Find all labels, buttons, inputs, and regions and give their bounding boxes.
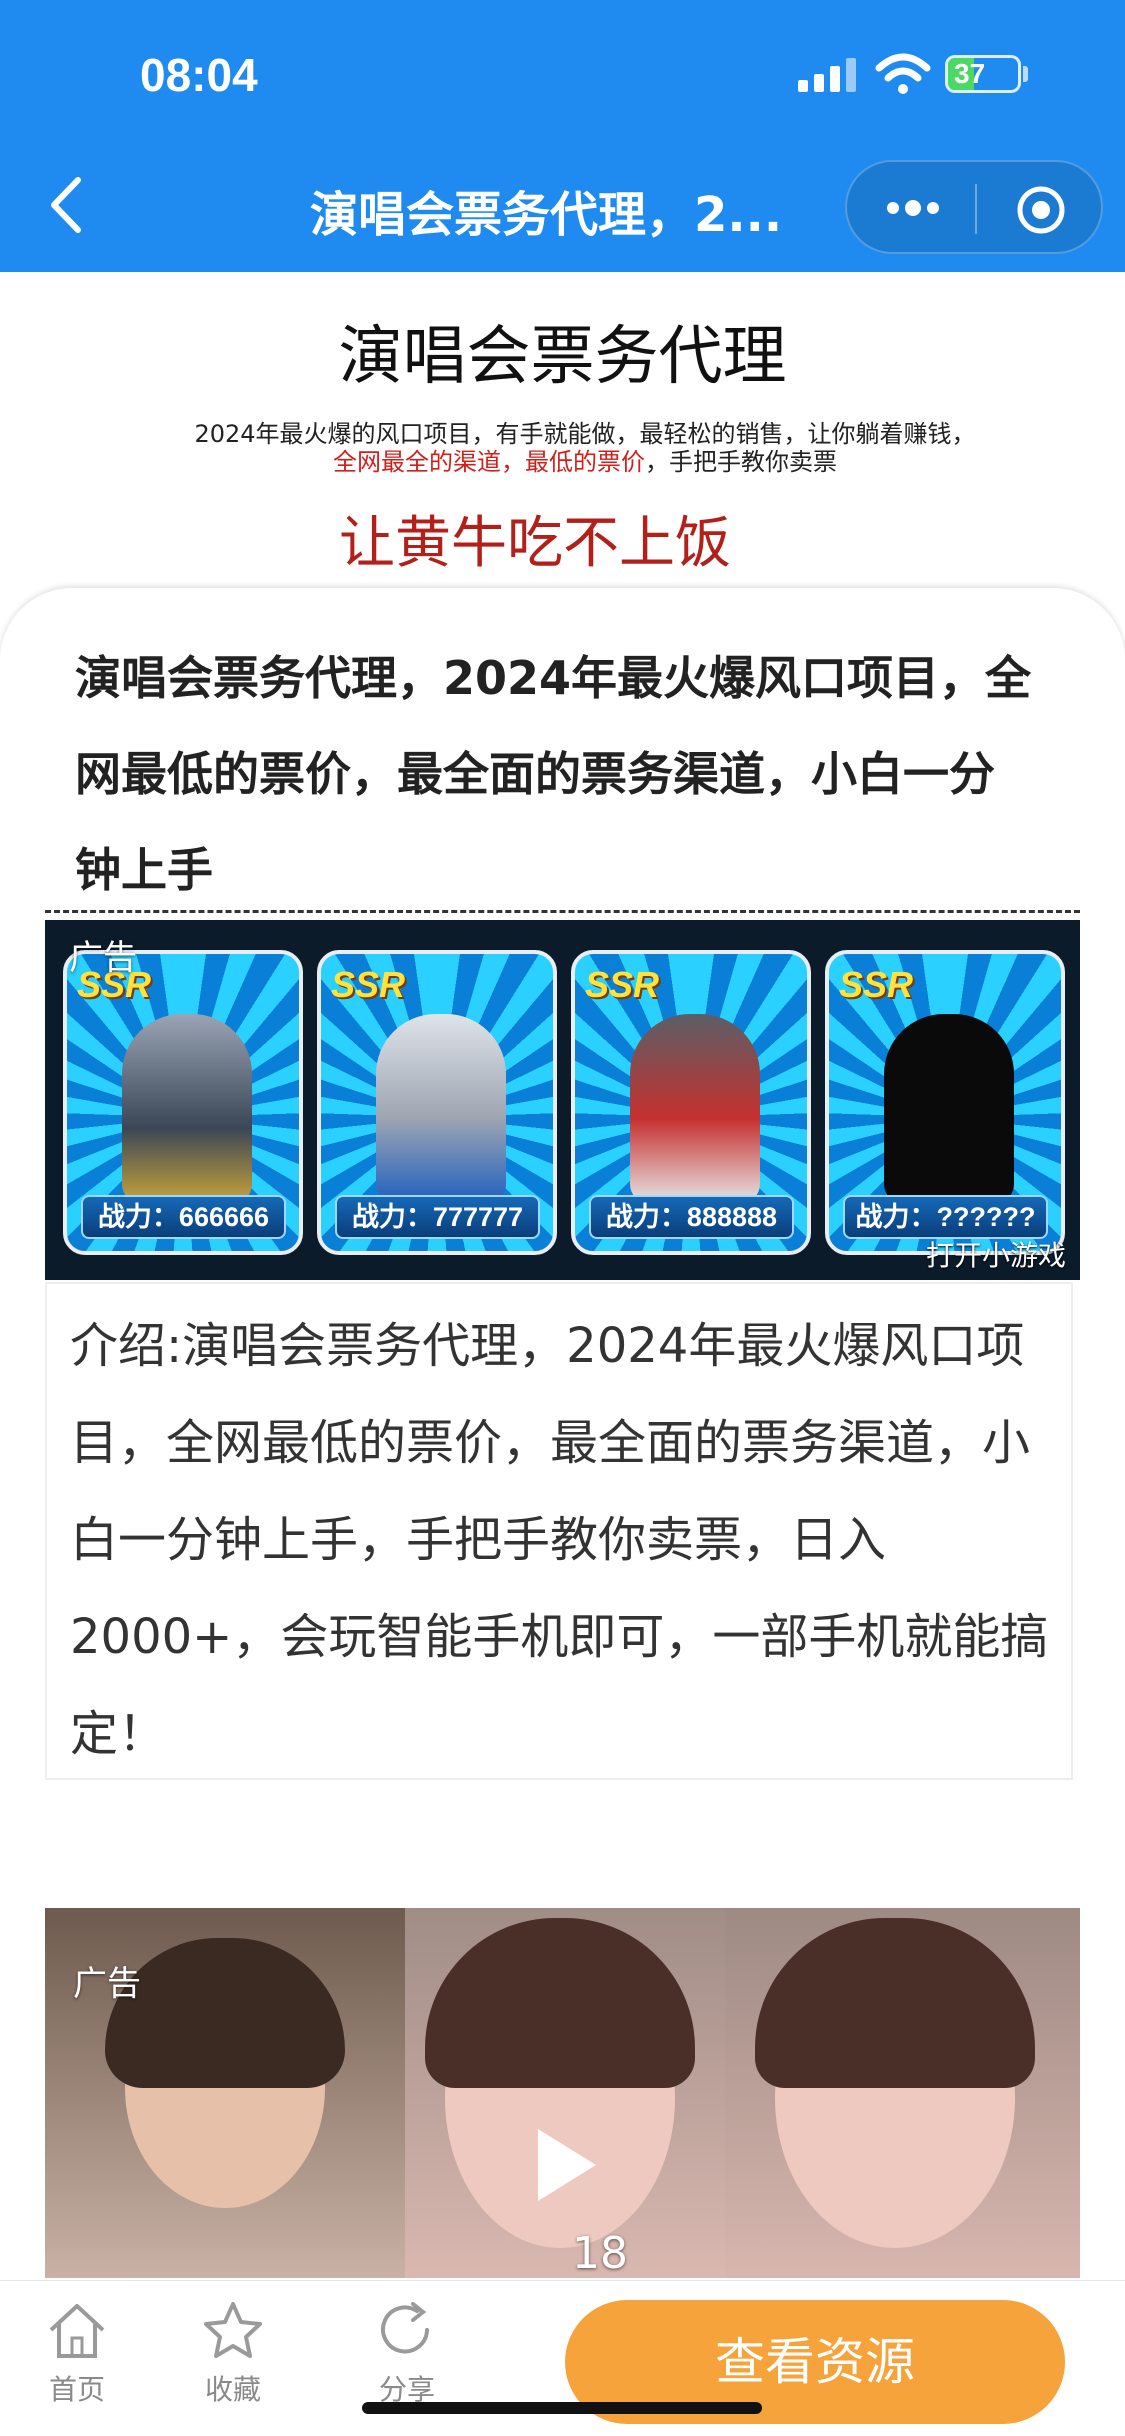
- chevron-left-icon[interactable]: [40, 170, 92, 240]
- power-label: 战力：777777: [335, 1195, 540, 1239]
- video-panel: [725, 1908, 1080, 2278]
- star-icon: [204, 2302, 262, 2358]
- open-minigame-label[interactable]: 打开小游戏: [926, 1234, 1066, 1274]
- target-circle-icon[interactable]: [1015, 184, 1067, 236]
- intro-text: 介绍:演唱会票务代理，2024年最火爆风口项目，全网最低的票价，最全面的票务渠道…: [70, 1318, 1049, 1762]
- status-time: 08:04: [140, 49, 258, 101]
- nav-title: 演唱会票务代理，2...: [310, 187, 783, 243]
- home-icon: [49, 2304, 105, 2358]
- hero-silhouette: [884, 1014, 1014, 1204]
- person-hair: [425, 1918, 695, 2088]
- game-card: SSR 战力：777777: [317, 950, 557, 1255]
- video-ad-banner[interactable]: 广告: [45, 1908, 1080, 2278]
- ssr-badge: SSR: [839, 964, 914, 1005]
- game-card: SSR 战力：??????: [825, 950, 1065, 1255]
- cellular-signal-icon: [798, 58, 860, 92]
- poster-subtitle-tail: ，手把手教你卖票: [645, 448, 837, 476]
- tab-home[interactable]: 首页: [22, 2300, 132, 2408]
- ssr-badge: SSR: [331, 964, 406, 1005]
- top-bar: 08:04 37 演唱会票务代理，2...: [0, 0, 1125, 272]
- game-card: SSR 战力：888888: [571, 950, 811, 1255]
- hero-figure: [376, 1014, 506, 1204]
- game-ad-banner[interactable]: SSR 战力：666666 SSR 战力：777777 SSR 战力：88888…: [45, 920, 1080, 1280]
- person-hair: [755, 1918, 1035, 2088]
- ad-tag[interactable]: 广告: [73, 1956, 141, 2005]
- share-icon: [381, 2302, 429, 2354]
- battery-icon: 37: [945, 55, 1021, 93]
- tab-label: 首页: [48, 2373, 105, 2406]
- poster-subtitle-highlight: 全网最全的渠道，最低的票价: [333, 448, 645, 476]
- play-icon[interactable]: [530, 2125, 600, 2205]
- more-dots-icon[interactable]: [883, 190, 943, 226]
- tab-share[interactable]: 分享: [352, 2300, 462, 2408]
- article-title: 演唱会票务代理，2024年最火爆风口项目，全网最低的票价，最全面的票务渠道，小白…: [75, 651, 1032, 897]
- poster-slogan: 让黄牛吃不上饭: [339, 511, 731, 576]
- power-label: 战力：888888: [589, 1195, 794, 1239]
- person-hair: [105, 1938, 345, 2088]
- hero-figure: [630, 1014, 760, 1204]
- home-indicator: [362, 2402, 762, 2414]
- video-count: 18: [572, 2228, 628, 2279]
- mini-program-capsule: [845, 160, 1103, 254]
- battery-level: 37: [954, 58, 986, 89]
- battery-cap: [1023, 66, 1028, 82]
- ssr-badge: SSR: [585, 964, 660, 1005]
- game-card: SSR 战力：666666: [63, 950, 303, 1255]
- hero-figure: [122, 1014, 252, 1204]
- ad-tag[interactable]: 广告: [69, 930, 137, 979]
- wifi-icon: [875, 53, 931, 94]
- power-label: 战力：??????: [843, 1195, 1048, 1239]
- poster-title: 演唱会票务代理: [338, 320, 787, 394]
- poster-subtitle-text: 2024年最火爆的风口项目，有手就能做，最轻松的销售，让你躺着赚钱，: [194, 420, 976, 448]
- poster-subtitle: 2024年最火爆的风口项目，有手就能做，最轻松的销售，让你躺着赚钱，全网最全的渠…: [185, 420, 985, 476]
- capsule-divider: [975, 184, 977, 234]
- tab-label: 收藏: [204, 2373, 261, 2406]
- tab-favorites[interactable]: 收藏: [178, 2300, 288, 2408]
- video-panel: [405, 1908, 725, 2278]
- power-label: 战力：666666: [81, 1195, 286, 1239]
- dashed-divider: [45, 910, 1080, 913]
